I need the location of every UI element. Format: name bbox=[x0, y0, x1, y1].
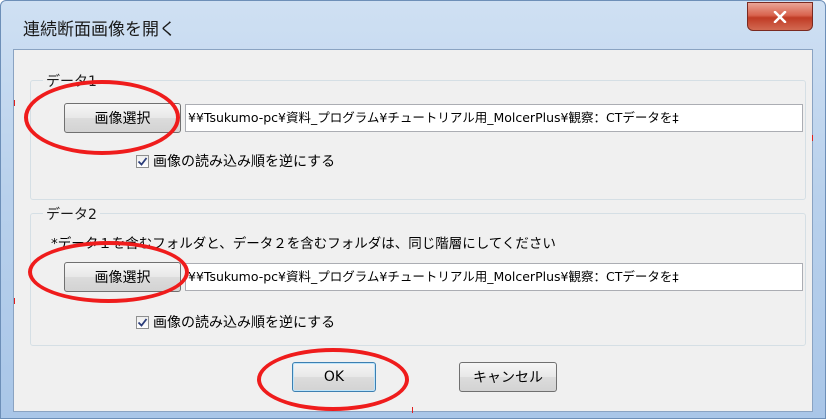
dialog-window: 連続断面画像を開く データ1 画像選択 ¥¥Tsukumo-pc¥資料_プログラ… bbox=[0, 0, 826, 419]
data2-path-field[interactable]: ¥¥Tsukumo-pc¥資料_プログラム¥チュートリアル用_MolcerPlu… bbox=[185, 263, 803, 291]
data1-path-field[interactable]: ¥¥Tsukumo-pc¥資料_プログラム¥チュートリアル用_MolcerPlu… bbox=[185, 104, 803, 132]
annotation-tick bbox=[14, 100, 15, 106]
data1-reverse-checkbox[interactable]: 画像の読み込み順を逆にする bbox=[136, 151, 335, 171]
data2-reverse-label: 画像の読み込み順を逆にする bbox=[153, 315, 336, 331]
data2-group: データ2 *データ１を含むフォルダと、データ２を含むフォルダは、同じ階層にしてく… bbox=[30, 204, 806, 346]
data2-reverse-checkbox-box[interactable] bbox=[136, 315, 149, 329]
data1-group: データ1 画像選択 ¥¥Tsukumo-pc¥資料_プログラム¥チュートリアル用… bbox=[30, 71, 806, 200]
check-icon bbox=[137, 156, 148, 166]
data2-select-image-button[interactable]: 画像選択 bbox=[64, 262, 181, 292]
data1-select-image-button[interactable]: 画像選択 bbox=[64, 103, 181, 133]
close-button[interactable] bbox=[747, 2, 813, 31]
data1-reverse-label: 画像の読み込み順を逆にする bbox=[153, 154, 336, 170]
title-bar[interactable]: 連続断面画像を開く bbox=[1, 1, 825, 49]
window-title: 連続断面画像を開く bbox=[23, 20, 176, 40]
ok-button[interactable]: OK bbox=[292, 362, 376, 392]
data1-reverse-checkbox-box[interactable] bbox=[136, 154, 149, 168]
data2-legend: データ2 bbox=[43, 204, 100, 224]
check-icon bbox=[137, 317, 148, 327]
close-icon bbox=[773, 10, 787, 23]
annotation-tick bbox=[412, 407, 413, 413]
annotation-tick bbox=[14, 298, 15, 304]
data1-legend: データ1 bbox=[43, 71, 100, 91]
dialog-body: データ1 画像選択 ¥¥Tsukumo-pc¥資料_プログラム¥チュートリアル用… bbox=[13, 49, 813, 413]
data2-reverse-checkbox[interactable]: 画像の読み込み順を逆にする bbox=[136, 312, 335, 332]
cancel-button[interactable]: キャンセル bbox=[459, 362, 557, 392]
annotation-tick bbox=[812, 135, 813, 141]
data2-note: *データ１を含むフォルダと、データ２を含むフォルダは、同じ階層にしてください bbox=[51, 236, 556, 252]
